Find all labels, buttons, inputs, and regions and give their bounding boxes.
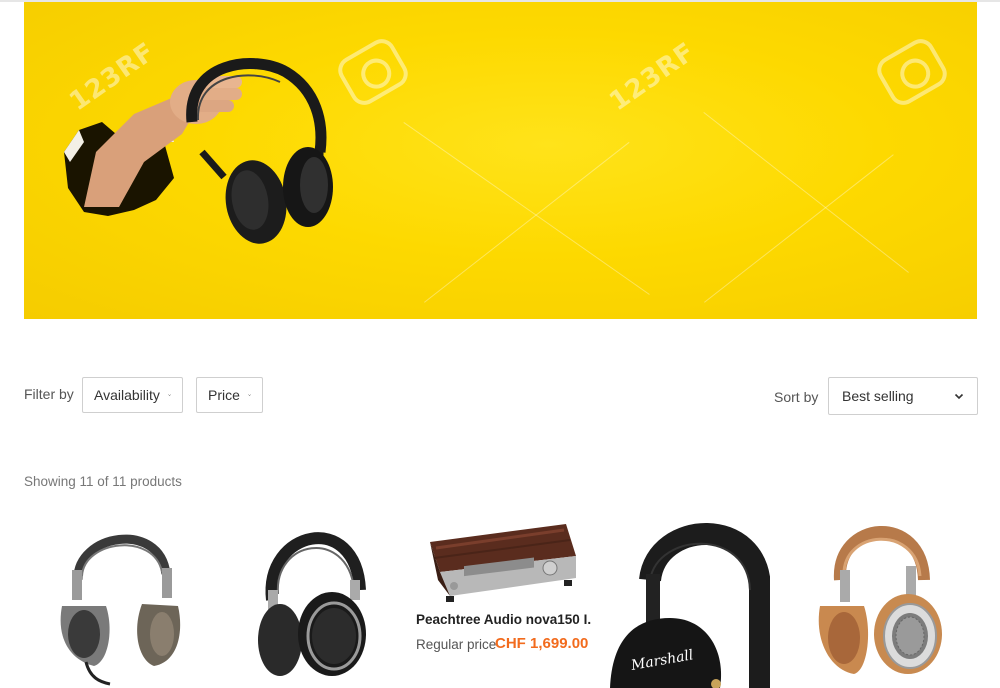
- product-card[interactable]: Marshall: [610, 510, 780, 688]
- product-title[interactable]: Peachtree Audio nova150 I...: [416, 612, 591, 627]
- product-card[interactable]: [250, 510, 420, 688]
- sort-selected-value: Best selling: [842, 388, 914, 404]
- hand-holding-headphones-image: [64, 58, 333, 244]
- product-card[interactable]: [50, 510, 220, 688]
- chevron-down-icon: [168, 394, 171, 396]
- product-image: [818, 526, 942, 674]
- price-filter-label: Price: [208, 387, 240, 403]
- product-count-text: Showing 11 of 11 products: [24, 474, 182, 489]
- chevron-down-icon: [954, 393, 964, 400]
- filter-by-label: Filter by: [24, 386, 74, 402]
- product-card[interactable]: [416, 510, 586, 688]
- product-card[interactable]: [810, 510, 980, 688]
- chevron-down-icon: [248, 394, 251, 396]
- price-filter-dropdown[interactable]: Price: [196, 377, 263, 413]
- availability-filter-dropdown[interactable]: Availability: [82, 377, 183, 413]
- product-price-label: Regular price: [416, 637, 497, 652]
- product-image: Marshall: [610, 523, 770, 688]
- availability-filter-label: Availability: [94, 387, 160, 403]
- product-image: [60, 534, 181, 686]
- product-image: [430, 524, 576, 602]
- product-image: [258, 532, 366, 676]
- hero-banner: 123RF 123RF: [24, 2, 977, 319]
- sort-by-label: Sort by: [774, 389, 819, 405]
- product-price: CHF 1,699.00: [495, 635, 589, 652]
- sort-select[interactable]: Best selling: [828, 377, 978, 415]
